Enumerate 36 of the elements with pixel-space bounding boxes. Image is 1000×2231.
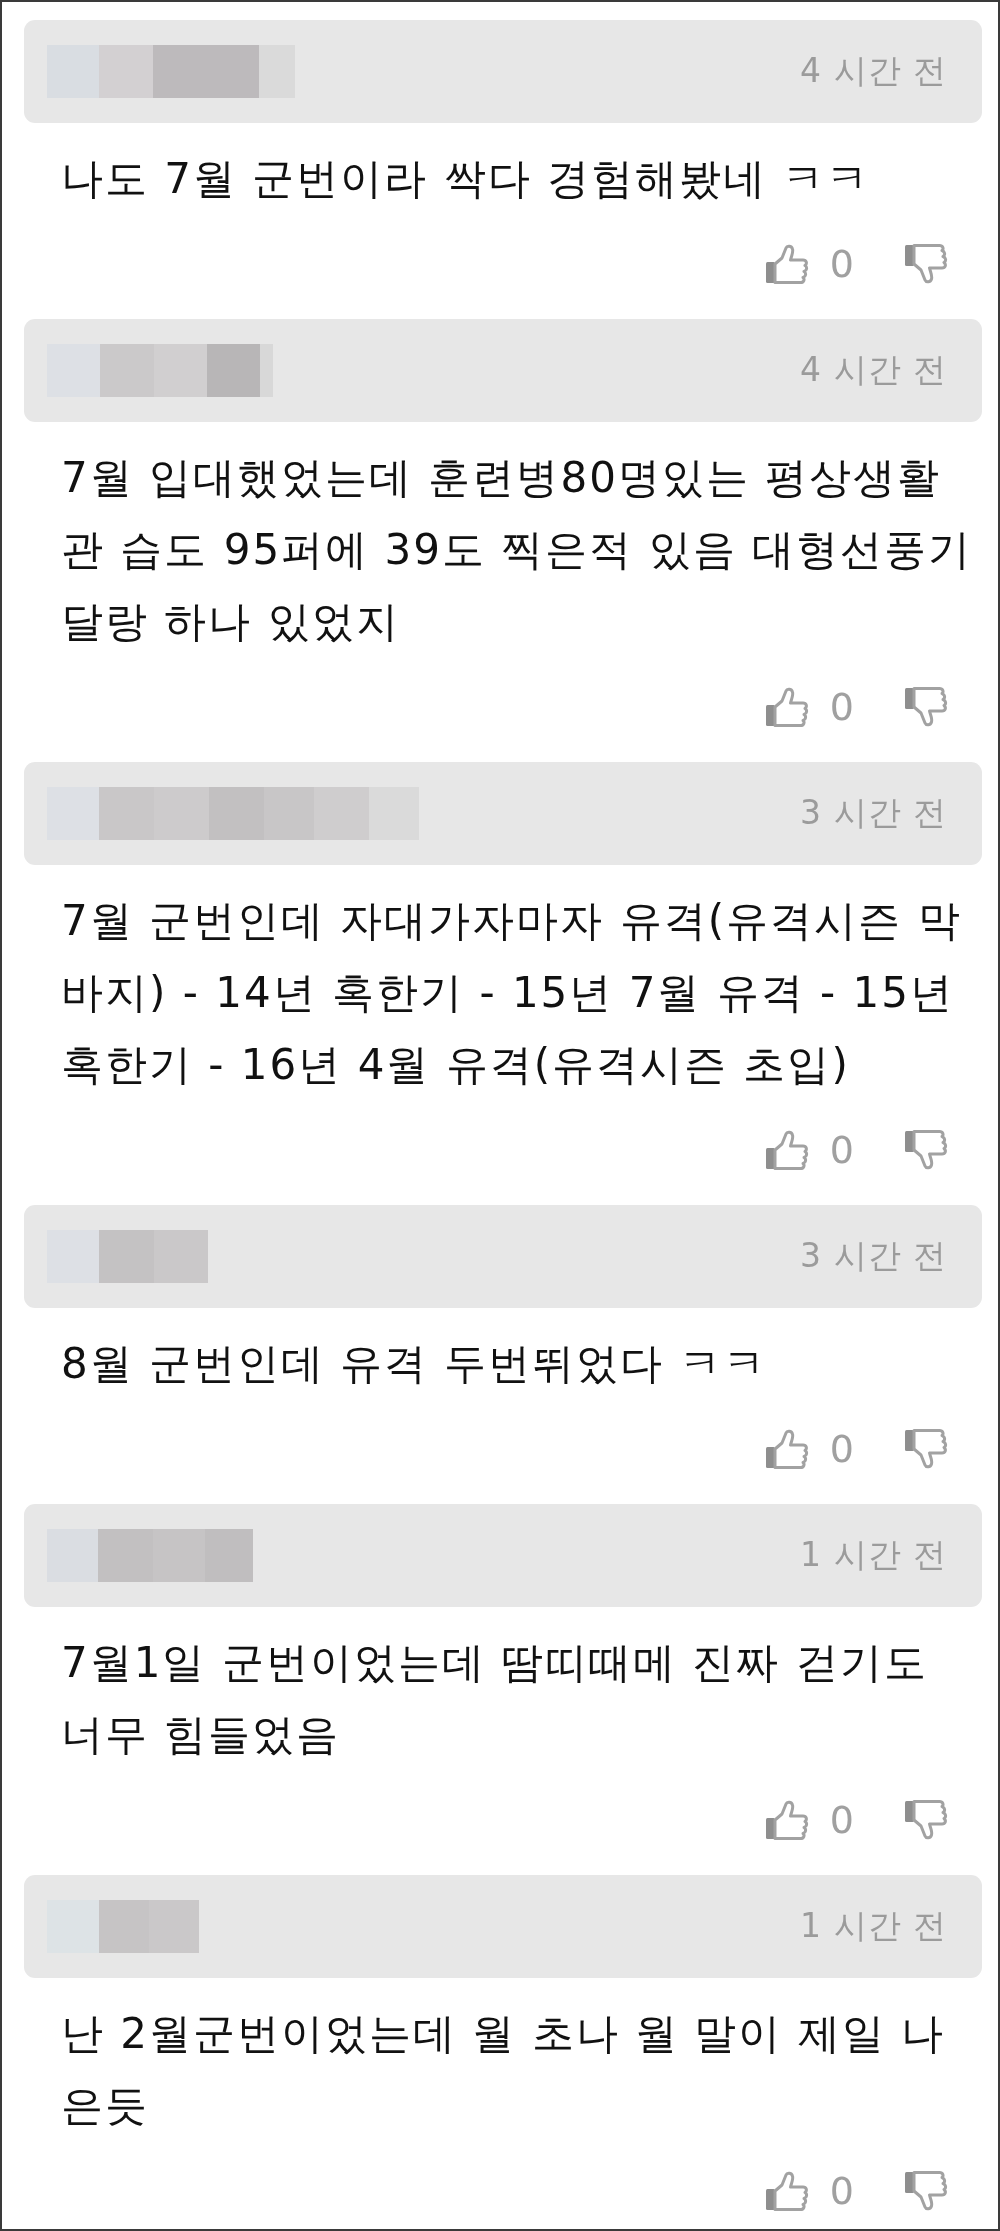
comment-text: 나도 7월 군번이라 싹다 경험해봤네 ㅋㅋ bbox=[61, 153, 872, 205]
like-button[interactable]: 0 bbox=[764, 1798, 854, 1842]
thumbs-up-icon bbox=[764, 687, 809, 727]
dislike-button[interactable] bbox=[904, 1429, 948, 1469]
thumbs-up-icon bbox=[764, 1130, 809, 1170]
comment-text: 7월 입대했었는데 훈련병80명있는 평상생활관 습도 95퍼에 39도 찍은적 있음 대형선풍기 달랑 하나 있었지 bbox=[61, 452, 973, 648]
comment-text: 7월1일 군번이었는데 땀띠때메 진짜 걷기도 너무 힘들었음 bbox=[61, 1637, 929, 1761]
like-button[interactable]: 0 bbox=[764, 242, 854, 286]
comment-time: 1 시간 전 bbox=[800, 1905, 947, 1947]
thumbs-up-icon bbox=[764, 1800, 809, 1840]
like-button[interactable]: 0 bbox=[764, 1128, 854, 1172]
dislike-button[interactable] bbox=[904, 2171, 948, 2211]
dislike-button[interactable] bbox=[904, 687, 948, 727]
thumbs-down-icon bbox=[904, 244, 948, 284]
comment-time: 1 시간 전 bbox=[800, 1534, 947, 1576]
thumbs-up-icon bbox=[764, 1429, 809, 1469]
dislike-button[interactable] bbox=[904, 1800, 948, 1840]
dislike-button[interactable] bbox=[904, 244, 948, 284]
like-button[interactable]: 0 bbox=[764, 2169, 854, 2213]
comment-time: 4 시간 전 bbox=[800, 50, 947, 92]
dislike-button[interactable] bbox=[904, 1130, 948, 1170]
comment-text: 8월 군번인데 유격 두번뛰었다 ㅋㅋ bbox=[61, 1338, 769, 1390]
thumbs-up-icon bbox=[764, 244, 809, 284]
comment-time: 4 시간 전 bbox=[800, 349, 947, 391]
thumbs-up-icon bbox=[764, 2171, 809, 2211]
comment-time: 3 시간 전 bbox=[800, 1235, 947, 1277]
like-button[interactable]: 0 bbox=[764, 685, 854, 729]
thumbs-down-icon bbox=[904, 2171, 948, 2211]
thumbs-down-icon bbox=[904, 1429, 948, 1469]
like-button[interactable]: 0 bbox=[764, 1427, 854, 1471]
thumbs-down-icon bbox=[904, 1800, 948, 1840]
comment-text: 7월 군번인데 자대가자마자 유격(유격시즌 막바지) - 14년 혹한기 - 15년 7월 유격 - 15년 혹한기 - 16년 4월 유격(유격시즌 초입) bbox=[61, 895, 963, 1091]
thumbs-down-icon bbox=[904, 687, 948, 727]
comment-text: 난 2월군번이었는데 월 초나 월 말이 제일 나은듯 bbox=[61, 2008, 947, 2132]
thumbs-down-icon bbox=[904, 1130, 948, 1170]
comment-time: 3 시간 전 bbox=[800, 792, 947, 834]
